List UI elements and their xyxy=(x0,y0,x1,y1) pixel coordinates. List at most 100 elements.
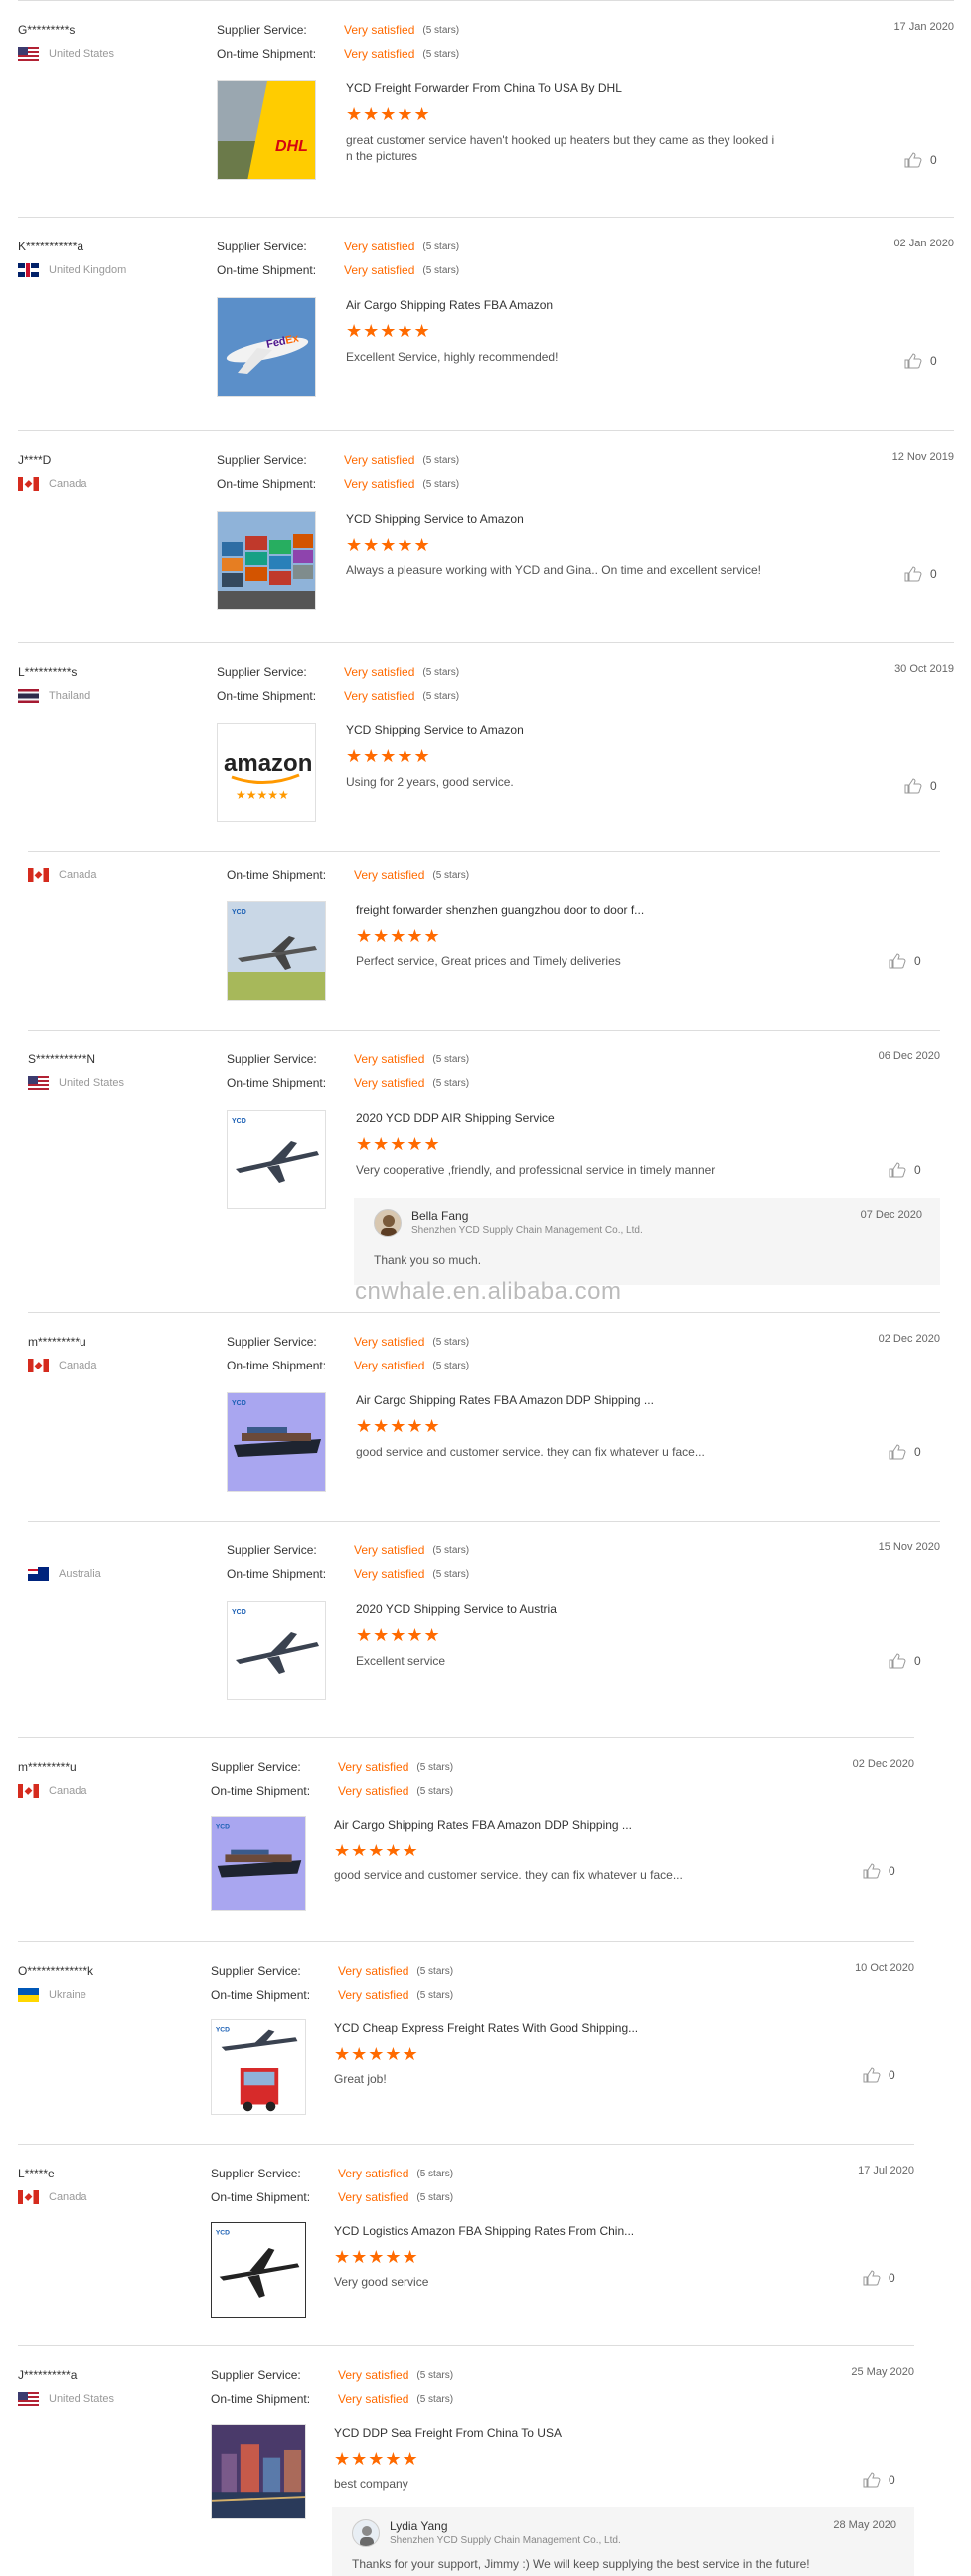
buyer-country: Canada xyxy=(28,868,97,882)
review-card: G*********s United States Supplier Servi… xyxy=(18,0,954,217)
comment-line: Very good service xyxy=(334,2275,429,2289)
like-count: 0 xyxy=(889,2473,895,2487)
product-thumbnail[interactable]: YCD xyxy=(227,1392,326,1492)
rating-stars-text: (5 stars) xyxy=(432,1053,470,1065)
supplier-reply: Bella Fang Shenzhen YCD Supply Chain Man… xyxy=(354,1198,940,1285)
rating-value: Very satisfied xyxy=(354,868,425,882)
product-title-link[interactable]: 2020 YCD Shipping Service to Austria xyxy=(356,1602,557,1616)
product-thumbnail[interactable]: YCD xyxy=(227,901,326,1001)
buyer-country: United Kingdom xyxy=(18,263,126,277)
product-title-link[interactable]: Air Cargo Shipping Rates FBA Amazon xyxy=(346,298,553,312)
rating-label: Supplier Service: xyxy=(217,665,307,679)
buyer-name: O*************k xyxy=(18,1964,94,1978)
review-date: 06 Dec 2020 xyxy=(878,1050,940,1062)
product-thumbnail[interactable] xyxy=(217,511,316,610)
country-label: Canada xyxy=(49,2191,87,2203)
svg-text:YCD: YCD xyxy=(232,1609,246,1616)
like-button[interactable]: 0 xyxy=(889,1444,921,1460)
like-button[interactable]: 0 xyxy=(904,778,937,794)
rating-stars-text: (5 stars) xyxy=(422,24,460,36)
review-card: J**********a United States Supplier Serv… xyxy=(18,2345,914,2576)
product-title-link[interactable]: YCD Freight Forwarder From China To USA … xyxy=(346,81,622,95)
product-thumbnail[interactable]: YCD xyxy=(227,1110,326,1209)
comment-line: Excellent Service, highly recommended! xyxy=(346,350,559,364)
buyer-country: Australia xyxy=(28,1567,101,1581)
product-thumbnail[interactable]: amazon ★★★★★ xyxy=(217,723,316,822)
ontime-shipment-rating: On-time Shipment: Very satisfied (5 stars) xyxy=(217,263,459,277)
rating-value: Very satisfied xyxy=(338,2167,409,2180)
like-button[interactable]: 0 xyxy=(904,152,937,168)
thumbs-up-icon xyxy=(889,1444,906,1460)
product-thumbnail[interactable] xyxy=(211,2424,306,2519)
product-title-link[interactable]: freight forwarder shenzhen guangzhou doo… xyxy=(356,903,644,917)
rating-value: Very satisfied xyxy=(338,1988,409,2002)
rating-value: Very satisfied xyxy=(338,1760,409,1774)
product-title-link[interactable]: YCD DDP Sea Freight From China To USA xyxy=(334,2426,562,2440)
rating-stars-text: (5 stars) xyxy=(432,1360,470,1371)
product-thumbnail[interactable]: Fed Ex xyxy=(217,297,316,397)
like-button[interactable]: 0 xyxy=(889,1653,921,1669)
rating-label: Supplier Service: xyxy=(227,1052,317,1066)
product-thumbnail[interactable]: YCD xyxy=(227,1601,326,1700)
rating-label: Supplier Service: xyxy=(217,23,307,37)
review-stars: ★★★★★ xyxy=(334,2247,419,2267)
like-button[interactable]: 0 xyxy=(889,953,921,969)
review-stars: ★★★★★ xyxy=(356,1134,441,1154)
buyer-country: Canada xyxy=(18,1784,87,1798)
product-thumbnail[interactable]: DHL xyxy=(217,80,316,180)
flag-ca-icon xyxy=(18,2190,39,2204)
buyer-name: G*********s xyxy=(18,23,76,37)
product-thumbnail[interactable]: YCD xyxy=(211,2222,306,2318)
like-button[interactable]: 0 xyxy=(863,2067,895,2083)
svg-text:YCD: YCD xyxy=(216,2230,230,2237)
rating-label: On-time Shipment: xyxy=(227,868,327,882)
buyer-country: Canada xyxy=(18,2190,87,2204)
product-title-link[interactable]: YCD Shipping Service to Amazon xyxy=(346,512,524,526)
like-button[interactable]: 0 xyxy=(904,353,937,369)
rating-stars-text: (5 stars) xyxy=(422,241,460,252)
review-comment: Perfect service, Great prices and Timely… xyxy=(356,953,621,969)
review-card: S***********N United States Supplier Ser… xyxy=(28,1030,940,1312)
product-thumbnail[interactable]: YCD xyxy=(211,1816,306,1911)
product-title-link[interactable]: Air Cargo Shipping Rates FBA Amazon DDP … xyxy=(356,1393,654,1407)
review-date: 17 Jul 2020 xyxy=(858,2165,914,2176)
review-date: 15 Nov 2020 xyxy=(878,1541,940,1553)
product-title-link[interactable]: YCD Cheap Express Freight Rates With Goo… xyxy=(334,2021,638,2035)
buyer-name: J**********a xyxy=(18,2368,78,2382)
rating-value: Very satisfied xyxy=(354,1567,425,1581)
comment-line: Always a pleasure working with YCD and G… xyxy=(346,564,761,577)
product-thumbnail[interactable]: YCD xyxy=(211,2019,306,2115)
buyer-country: United States xyxy=(28,1076,124,1090)
buyer-country: United States xyxy=(18,2392,114,2406)
buyer-name: S***********N xyxy=(28,1052,96,1066)
review-date: 02 Dec 2020 xyxy=(852,1758,914,1770)
product-title-link[interactable]: Air Cargo Shipping Rates FBA Amazon DDP … xyxy=(334,1818,632,1832)
flag-us-icon xyxy=(28,1076,49,1090)
review-stars: ★★★★★ xyxy=(356,926,441,946)
review-card: m*********u Canada Supplier Service: Very… xyxy=(28,1312,940,1521)
rating-stars-text: (5 stars) xyxy=(422,690,460,702)
product-title-link[interactable]: YCD Logistics Amazon FBA Shipping Rates … xyxy=(334,2224,634,2238)
comment-line: best company xyxy=(334,2477,408,2491)
rating-label: On-time Shipment: xyxy=(227,1567,327,1581)
like-button[interactable]: 0 xyxy=(904,566,937,582)
like-button[interactable]: 0 xyxy=(863,2270,895,2286)
like-button[interactable]: 0 xyxy=(863,1863,895,1879)
product-title-link[interactable]: 2020 YCD DDP AIR Shipping Service xyxy=(356,1111,555,1125)
review-comment: Great job! xyxy=(334,2071,387,2087)
like-button[interactable]: 0 xyxy=(889,1162,921,1178)
comment-line: Perfect service, Great prices and Timely… xyxy=(356,954,621,968)
product-title-link[interactable]: YCD Shipping Service to Amazon xyxy=(346,724,524,737)
ontime-shipment-rating: On-time Shipment: Very satisfied (5 stars) xyxy=(217,477,459,491)
rating-stars-text: (5 stars) xyxy=(432,1336,470,1348)
review-stars: ★★★★★ xyxy=(356,1416,441,1436)
svg-text:YCD: YCD xyxy=(232,1118,246,1125)
rating-value: Very satisfied xyxy=(338,1964,409,1978)
rating-value: Very satisfied xyxy=(354,1359,425,1372)
avatar xyxy=(374,1209,402,1237)
rating-stars-text: (5 stars) xyxy=(422,48,460,60)
like-count: 0 xyxy=(930,354,937,368)
like-button[interactable]: 0 xyxy=(863,2472,895,2488)
rating-value: Very satisfied xyxy=(344,263,415,277)
rating-value: Very satisfied xyxy=(344,23,415,37)
